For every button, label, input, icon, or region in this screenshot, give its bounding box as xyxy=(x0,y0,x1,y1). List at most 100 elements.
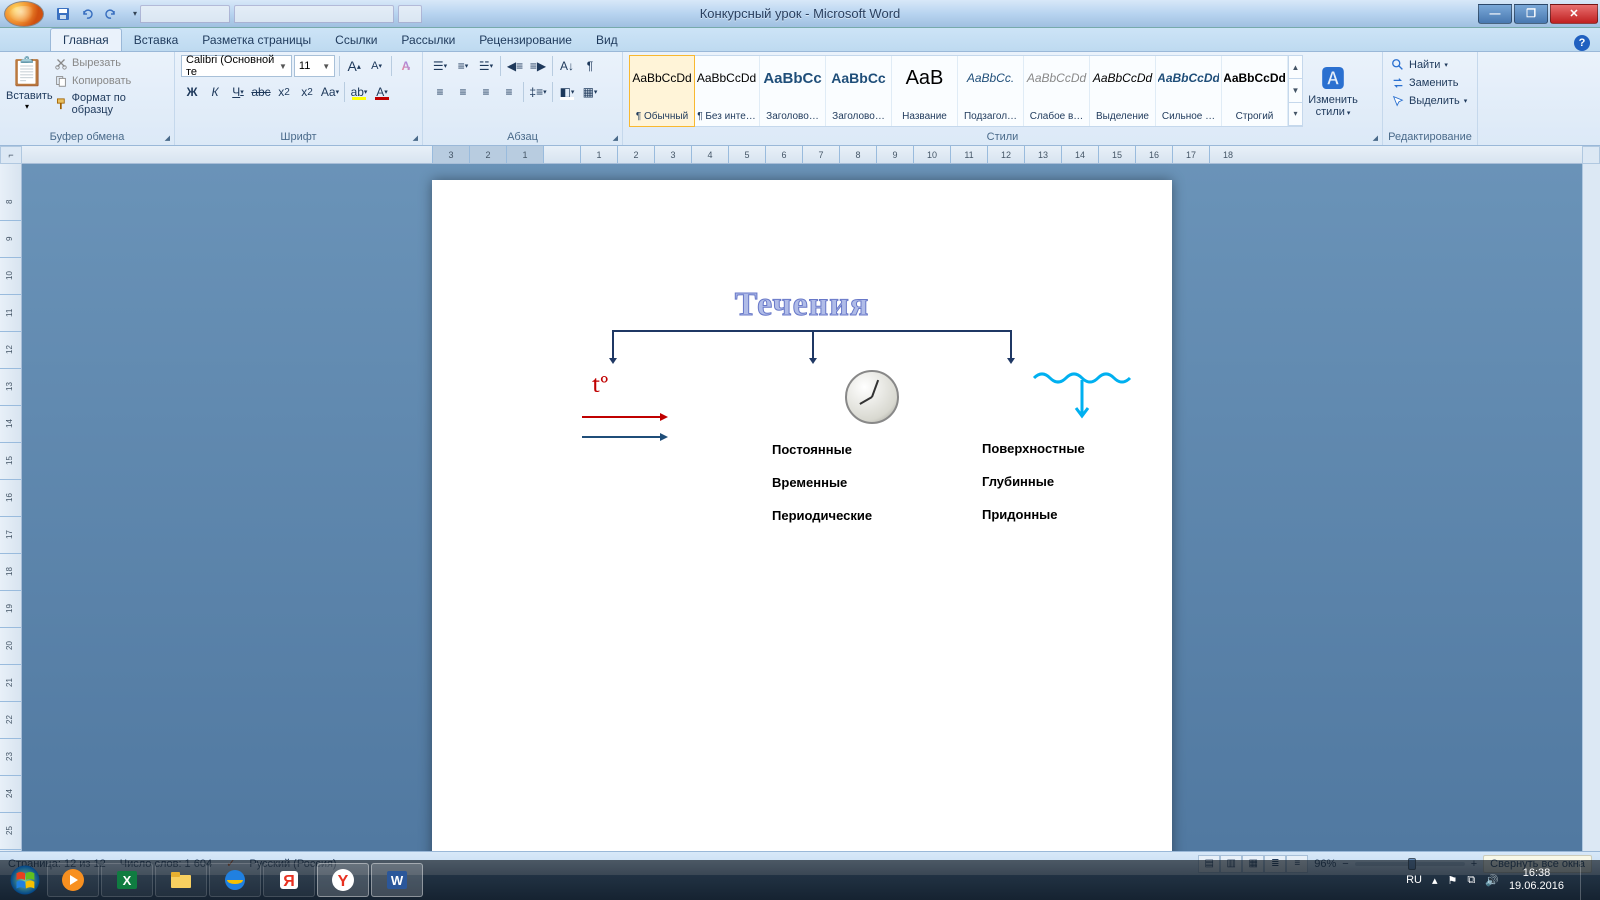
start-button[interactable] xyxy=(4,862,46,898)
sort-button[interactable]: A↓ xyxy=(556,55,578,77)
task-media-player[interactable] xyxy=(47,863,99,897)
line-spacing-button[interactable]: ‡≡▾ xyxy=(527,81,549,103)
borders-button[interactable]: ▦▾ xyxy=(579,81,601,103)
task-ie[interactable] xyxy=(209,863,261,897)
align-center-button[interactable]: ≡ xyxy=(452,81,474,103)
wave-depth-icon xyxy=(1032,370,1132,423)
style-item[interactable]: AaBbCcDd¶ Обычный xyxy=(629,55,695,127)
numbering-button[interactable]: ≡▾ xyxy=(452,55,474,77)
italic-button[interactable]: К xyxy=(204,81,226,103)
task-yandex-2[interactable]: Y xyxy=(317,863,369,897)
style-item[interactable]: AaBНазвание xyxy=(892,56,958,126)
align-left-button[interactable]: ≡ xyxy=(429,81,451,103)
maximize-button[interactable]: ❐ xyxy=(1514,4,1548,24)
decrease-indent-button[interactable]: ◀≡ xyxy=(504,55,526,77)
office-button[interactable] xyxy=(4,1,44,27)
grow-font-button[interactable]: A▴ xyxy=(344,55,364,77)
font-color-button[interactable]: A▾ xyxy=(371,81,393,103)
copy-button[interactable]: Копировать xyxy=(54,73,168,89)
vertical-ruler[interactable]: 8910111213141516171819202122232425262728 xyxy=(0,164,22,871)
show-marks-button[interactable]: ¶ xyxy=(579,55,601,77)
group-paragraph: ☰▾ ≡▾ ☱▾ ◀≡ ≡▶ A↓ ¶ ≡ ≡ ≡ ≡ ‡≡▾ ◧▾ ▦▾ xyxy=(423,52,623,145)
underline-button[interactable]: Ч▾ xyxy=(227,81,249,103)
paste-button[interactable]: 📋 Вставить ▾ xyxy=(6,55,48,117)
select-button[interactable]: Выделить ▾ xyxy=(1389,93,1471,109)
change-styles-button[interactable]: 🅰 Изменить стили ▾ xyxy=(1307,55,1359,127)
style-item[interactable]: AaBbCcDdСильное … xyxy=(1156,56,1222,126)
change-case-button[interactable]: Aa▾ xyxy=(319,81,341,103)
find-button[interactable]: Найти ▾ xyxy=(1389,57,1471,73)
tab-home[interactable]: Главная xyxy=(50,28,122,51)
tray-up-icon[interactable]: ▴ xyxy=(1432,874,1438,887)
page: Течения t° Постоянные Временные xyxy=(432,180,1172,871)
style-item[interactable]: AaBbCcDdВыделение xyxy=(1090,56,1156,126)
redo-icon[interactable] xyxy=(100,3,122,25)
gallery-up-icon[interactable]: ▲ xyxy=(1289,56,1302,79)
subscript-button[interactable]: x2 xyxy=(273,81,295,103)
close-button[interactable]: ✕ xyxy=(1550,4,1598,24)
style-item[interactable]: AaBbCcDdСтрогий xyxy=(1222,56,1288,126)
task-yandex-1[interactable]: Я xyxy=(263,863,315,897)
window-controls: — ❐ ✕ xyxy=(1478,4,1600,24)
help-icon[interactable]: ? xyxy=(1574,35,1590,51)
tray-clock[interactable]: 16:38 19.06.2016 xyxy=(1509,867,1564,893)
tab-references[interactable]: Ссылки xyxy=(323,29,389,51)
undo-icon[interactable] xyxy=(76,3,98,25)
horizontal-ruler[interactable]: 321123456789101112131415161718 xyxy=(22,146,1582,164)
justify-button[interactable]: ≡ xyxy=(498,81,520,103)
vertical-scrollbar[interactable] xyxy=(1582,164,1600,871)
tray-flag-icon[interactable]: ⚑ xyxy=(1448,874,1458,887)
ruler-corner[interactable]: ⌐ xyxy=(0,146,22,164)
document-title: Течения xyxy=(432,284,1172,324)
gallery-more-icon[interactable]: ▾ xyxy=(1289,103,1302,126)
styles-gallery[interactable]: AaBbCcDd¶ ОбычныйAaBbCcDd¶ Без инте…AaBb… xyxy=(629,55,1303,127)
shrink-font-button[interactable]: A▾ xyxy=(366,55,386,77)
show-desktop-button[interactable] xyxy=(1580,860,1590,900)
task-word[interactable]: W xyxy=(371,863,423,897)
replace-button[interactable]: Заменить xyxy=(1389,75,1471,91)
workspace: ⌐ 321123456789101112131415161718 8910111… xyxy=(0,146,1600,871)
tray-language[interactable]: RU xyxy=(1406,874,1422,886)
group-label-paragraph: Абзац xyxy=(423,131,622,143)
document-area[interactable]: Течения t° Постоянные Временные xyxy=(22,164,1582,871)
align-right-button[interactable]: ≡ xyxy=(475,81,497,103)
tab-view[interactable]: Вид xyxy=(584,29,630,51)
ruler-toggle-icon[interactable] xyxy=(1582,146,1600,164)
multilevel-button[interactable]: ☱▾ xyxy=(475,55,497,77)
tab-insert[interactable]: Вставка xyxy=(122,29,191,51)
tab-review[interactable]: Рецензирование xyxy=(467,29,584,51)
font-size-combo[interactable]: 11▼ xyxy=(294,55,335,77)
clear-format-button[interactable]: A̷ xyxy=(396,55,416,77)
tab-mailings[interactable]: Рассылки xyxy=(389,29,467,51)
list-item: Придонные xyxy=(982,507,1182,522)
style-item[interactable]: AaBbCcDd¶ Без инте… xyxy=(694,56,760,126)
task-excel[interactable]: X xyxy=(101,863,153,897)
superscript-button[interactable]: x2 xyxy=(296,81,318,103)
style-item[interactable]: AaBbCcЗаголово… xyxy=(760,56,826,126)
font-name-combo[interactable]: Calibri (Основной те▼ xyxy=(181,55,292,77)
shading-button[interactable]: ◧▾ xyxy=(556,81,578,103)
cut-button[interactable]: Вырезать xyxy=(54,55,168,71)
minimize-button[interactable]: — xyxy=(1478,4,1512,24)
tab-layout[interactable]: Разметка страницы xyxy=(190,29,323,51)
style-item[interactable]: AaBbCcDdСлабое в… xyxy=(1024,56,1090,126)
svg-text:X: X xyxy=(123,873,132,888)
background-tabs xyxy=(140,5,422,23)
style-item[interactable]: AaBbCc.Подзагол… xyxy=(958,56,1024,126)
bold-button[interactable]: Ж xyxy=(181,81,203,103)
windows-taskbar: X Я Y W RU ▴ ⚑ ⧉ 🔊 16:38 19.06.2016 xyxy=(0,860,1600,900)
gallery-down-icon[interactable]: ▼ xyxy=(1289,79,1302,102)
style-item[interactable]: AaBbCcЗаголово… xyxy=(826,56,892,126)
task-explorer[interactable] xyxy=(155,863,207,897)
tray-volume-icon[interactable]: 🔊 xyxy=(1485,874,1499,887)
tray-network-icon[interactable]: ⧉ xyxy=(1467,874,1475,887)
format-painter-button[interactable]: Формат по образцу xyxy=(54,91,168,117)
list-item: Поверхностные xyxy=(982,441,1182,456)
group-label-styles: Стили xyxy=(623,131,1382,143)
highlight-button[interactable]: ab▾ xyxy=(348,81,370,103)
save-icon[interactable] xyxy=(52,3,74,25)
bullets-button[interactable]: ☰▾ xyxy=(429,55,451,77)
change-styles-icon: 🅰 xyxy=(1307,59,1359,94)
increase-indent-button[interactable]: ≡▶ xyxy=(527,55,549,77)
strike-button[interactable]: abc xyxy=(250,81,272,103)
